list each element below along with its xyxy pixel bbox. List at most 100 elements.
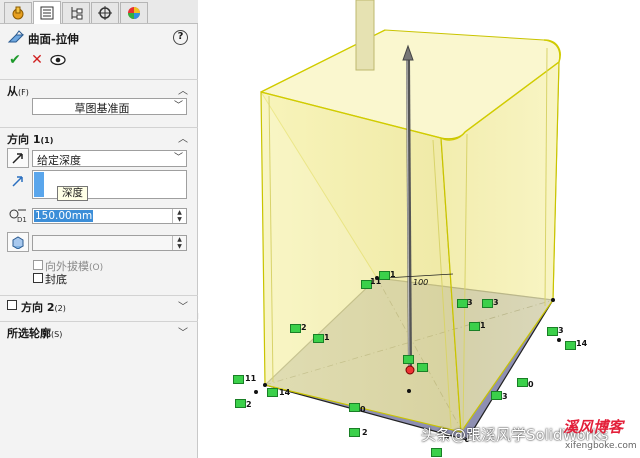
property-manager-tab[interactable]: [33, 1, 61, 24]
draft-angle-input[interactable]: ▲ ▼: [32, 235, 187, 251]
collapse-caret-icon[interactable]: ︿: [178, 82, 188, 97]
relation-tag[interactable]: [517, 378, 528, 387]
page-title: 曲面-拉伸: [28, 32, 79, 46]
relation-tag[interactable]: [547, 327, 558, 336]
depth-tooltip: 深度: [57, 186, 88, 201]
depth-value: 150.00mm: [34, 210, 94, 222]
eye-icon: [50, 54, 66, 66]
relation-number: 3: [558, 326, 564, 335]
model-viewport[interactable]: [199, 0, 640, 458]
expand-caret-icon[interactable]: ﹀: [178, 324, 188, 339]
crosshair-icon: [98, 6, 112, 20]
relation-tag[interactable]: [565, 341, 576, 350]
direction2-section-header[interactable]: 方向 2(2) ﹀: [0, 295, 198, 314]
depth-spinner[interactable]: ▲ ▼: [172, 209, 186, 223]
from-section-label: 从: [7, 85, 18, 98]
relation-tag[interactable]: [267, 388, 278, 397]
relation-tag[interactable]: [233, 375, 244, 384]
dimension-label[interactable]: 100: [413, 278, 428, 287]
direction2-label: 方向 2: [21, 301, 55, 314]
sketch-vertex: [263, 383, 267, 387]
extruded-surface-icon: [7, 30, 25, 43]
direction-selection-box[interactable]: [32, 170, 187, 199]
relation-number: 0: [360, 405, 366, 414]
draft-spinner[interactable]: ▲ ▼: [172, 236, 186, 250]
relation-tag[interactable]: [431, 448, 442, 457]
configuration-manager-tab[interactable]: [62, 2, 90, 23]
reverse-direction-button[interactable]: [7, 148, 29, 168]
chevron-down-icon[interactable]: ﹀: [171, 151, 186, 166]
end-condition-value: 给定深度: [37, 154, 81, 167]
draft-toggle-button[interactable]: [7, 232, 29, 252]
direction2-checkbox[interactable]: [7, 300, 17, 310]
relation-number: 1: [390, 270, 396, 279]
relation-number: 1: [324, 333, 330, 342]
relation-tag[interactable]: [313, 334, 324, 343]
sketch-vertex: [254, 390, 258, 394]
preview-button[interactable]: [49, 51, 67, 69]
spin-down-icon[interactable]: ▼: [173, 216, 186, 223]
question-icon[interactable]: ?: [173, 30, 188, 45]
x-icon: ✕: [31, 52, 43, 68]
from-section-suffix: (F): [18, 88, 29, 97]
sketch-vertex: [551, 298, 555, 302]
hand-icon: [12, 6, 24, 20]
relation-tag[interactable]: [379, 271, 390, 280]
selected-contours-suffix: (S): [51, 330, 63, 339]
spin-up-icon[interactable]: ▲: [173, 209, 186, 216]
relation-number: 3: [502, 392, 508, 401]
relation-tag[interactable]: [290, 324, 301, 333]
display-manager-tab[interactable]: [120, 2, 148, 23]
spin-down-icon[interactable]: ▼: [173, 243, 186, 250]
feature-manager-tab[interactable]: [4, 2, 32, 23]
watermark-blog: 溪风博客: [563, 418, 624, 436]
draft-icon: [12, 236, 24, 249]
config-tree-icon: [71, 7, 83, 20]
collapse-caret-icon[interactable]: ︿: [178, 130, 188, 145]
relation-tag[interactable]: [403, 355, 414, 364]
relation-number: 1: [480, 321, 486, 330]
direction1-section-header[interactable]: 方向 1(1) ︿: [0, 127, 198, 146]
relation-tag[interactable]: [491, 391, 502, 400]
selected-contours-section-header[interactable]: 所选轮廓(S) ﹀: [0, 321, 198, 340]
relation-tag[interactable]: [235, 399, 246, 408]
direction-arrow-icon: [12, 176, 23, 187]
origin-point: [405, 365, 415, 375]
selected-contours-label: 所选轮廓: [7, 327, 51, 340]
relation-tag[interactable]: [482, 299, 493, 308]
list-icon: [40, 6, 54, 20]
relation-tag[interactable]: [417, 363, 428, 372]
feature-title-row: 曲面-拉伸 ?: [0, 28, 198, 48]
background-shaft: [355, 0, 375, 71]
front-left-surface: [260, 91, 462, 433]
end-condition-select[interactable]: 给定深度 ﹀: [32, 150, 187, 167]
cap-end-checkbox[interactable]: [33, 273, 43, 283]
direction2-suffix: (2): [54, 304, 66, 313]
graphics-area[interactable]: 100 11 1 3 3 1 2 1 3 14 11 14 2 0 0 3 2 …: [199, 0, 640, 458]
relation-number: 14: [576, 339, 588, 348]
sketch-vertex: [407, 389, 411, 393]
relation-number: 3: [467, 298, 473, 307]
relation-number: 2: [362, 428, 368, 437]
relation-tag[interactable]: [349, 428, 360, 437]
from-section-header[interactable]: 从(F) ︿: [0, 79, 198, 98]
ok-button[interactable]: ✔: [6, 51, 24, 69]
check-icon: ✔: [9, 52, 21, 68]
start-condition-value: 草图基准面: [74, 102, 130, 115]
sketch-vertex: [557, 338, 561, 342]
relation-number: 11: [245, 374, 257, 383]
start-condition-select[interactable]: 草图基准面 ﹀: [32, 98, 187, 115]
relation-number: 3: [493, 298, 499, 307]
relation-tag[interactable]: [469, 322, 480, 331]
expand-caret-icon[interactable]: ﹀: [178, 298, 188, 313]
draft-outward-checkbox[interactable]: [33, 260, 43, 270]
relation-tag[interactable]: [349, 403, 360, 412]
depth-input[interactable]: 150.00mm ▲ ▼: [32, 208, 187, 224]
dimxpert-tab[interactable]: [91, 2, 119, 23]
spin-up-icon[interactable]: ▲: [173, 236, 186, 243]
color-wheel-icon: [128, 7, 140, 19]
selection-highlight: [34, 172, 44, 197]
chevron-down-icon[interactable]: ﹀: [171, 99, 186, 114]
cancel-button[interactable]: ✕: [28, 51, 46, 69]
direction1-label: 方向 1: [7, 133, 41, 146]
